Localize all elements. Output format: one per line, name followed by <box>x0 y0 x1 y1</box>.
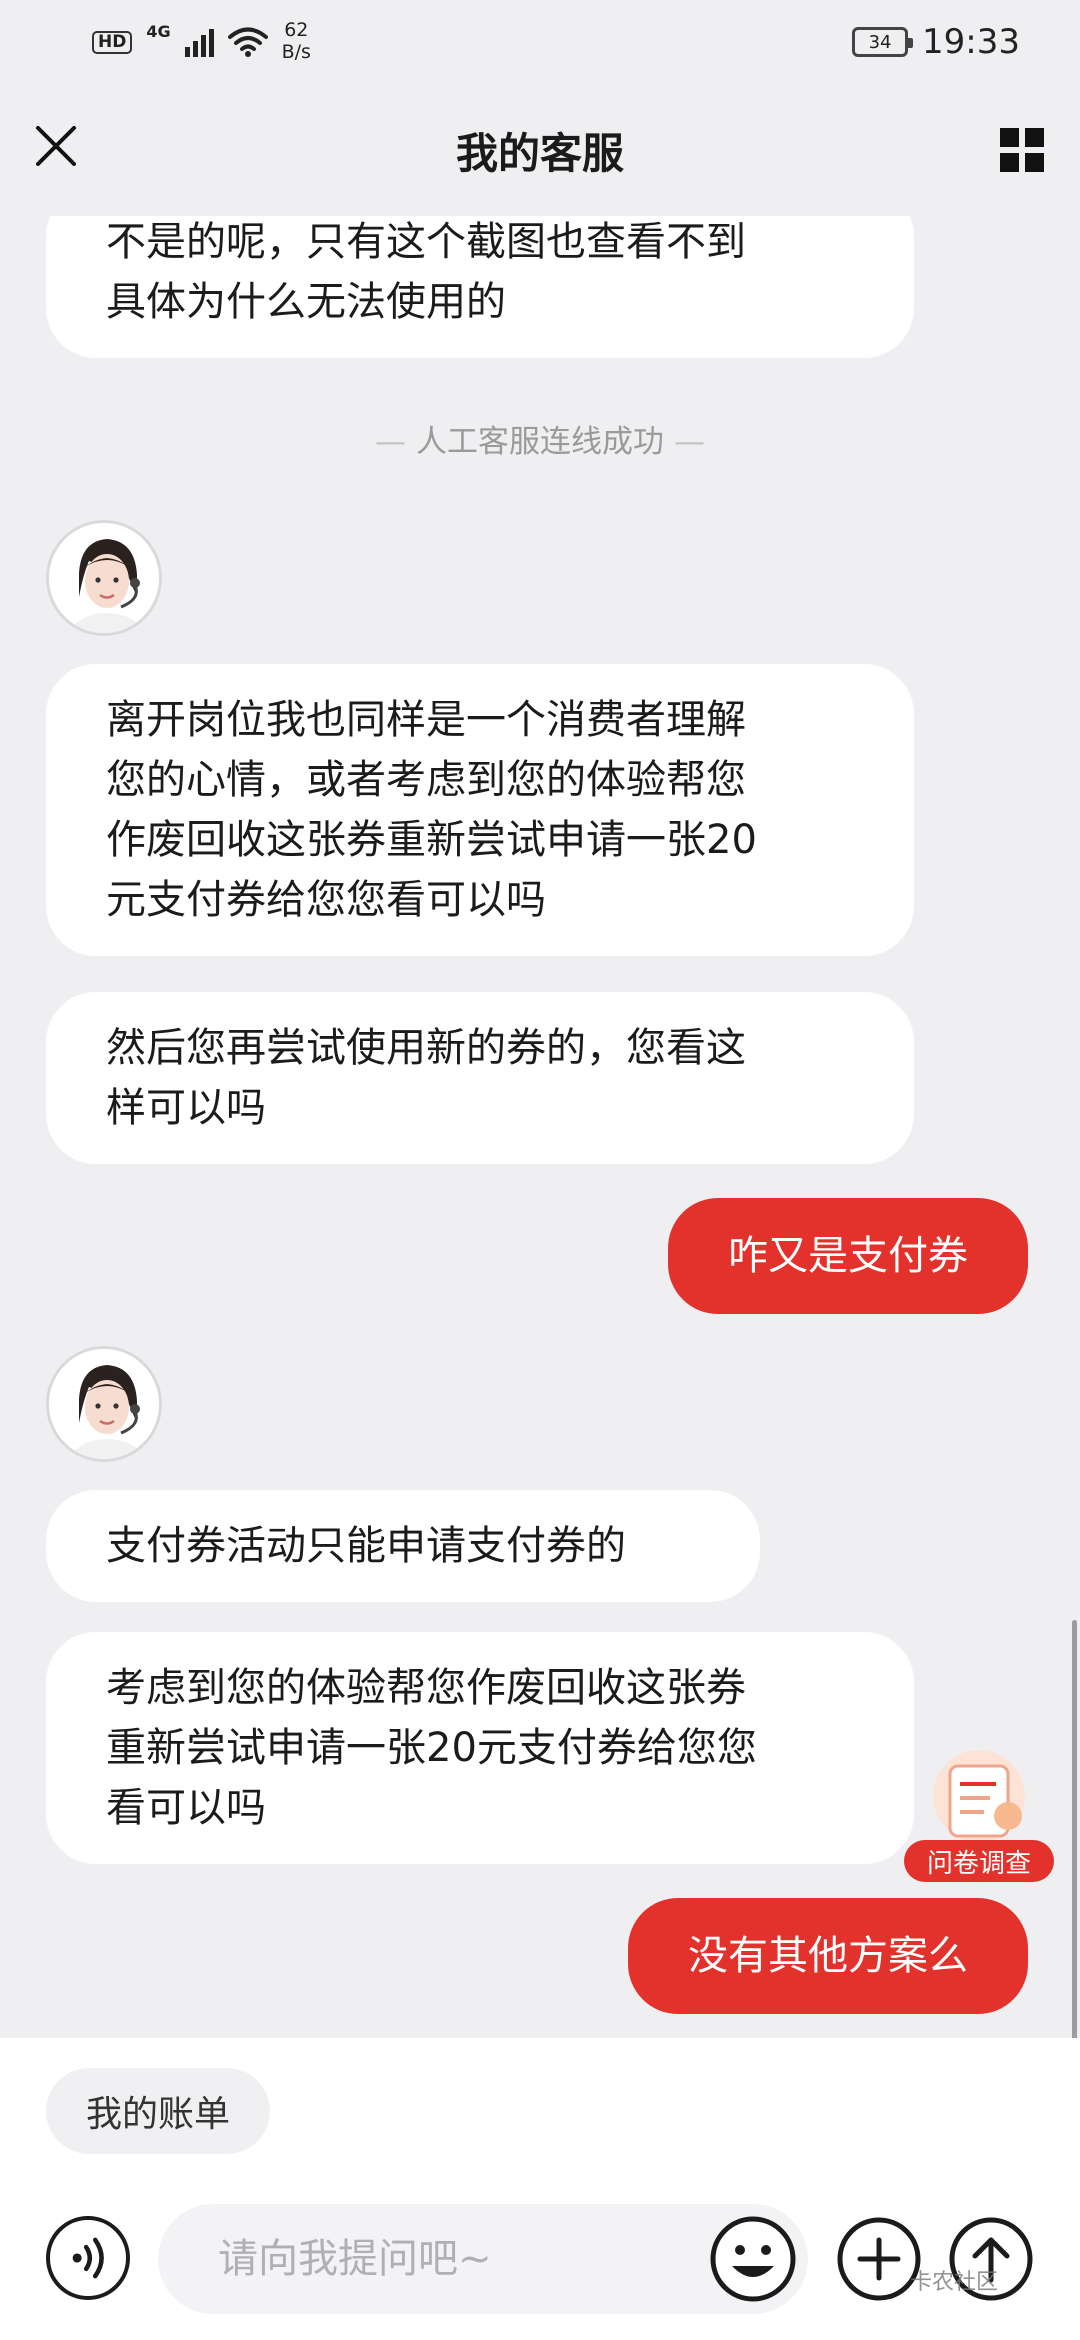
agent-message: 支付券活动只能申请支付券的 <box>46 1490 760 1602</box>
message-line: 样可以吗 <box>106 1085 266 1131</box>
message-line: 元支付券给您您看可以吗 <box>106 877 546 923</box>
scrollbar[interactable] <box>1072 1620 1077 2038</box>
agent-avatar[interactable] <box>46 520 162 636</box>
message-line: 支付券活动只能申请支付券的 <box>106 1523 626 1569</box>
page-title: 我的客服 <box>455 128 624 178</box>
emoji-icon[interactable] <box>708 2214 798 2304</box>
message-line: 看可以吗 <box>106 1785 266 1831</box>
customer-service-screen: HD 4G 62 B/s 34 19:33 我的客服 不是的呢，只有这个截图也查… <box>0 0 1080 2340</box>
agent-message: 不是的呢，只有这个截图也查看不到 具体为什么无法使用的 <box>46 216 914 358</box>
nav-bar: 我的客服 <box>0 84 1080 216</box>
speed-value: 62 <box>284 19 309 42</box>
message-line: 您的心情，或者考虑到您的体验帮您 <box>106 757 746 803</box>
user-message: 没有其他方案么 <box>628 1898 1028 2014</box>
message-line: 考虑到您的体验帮您作废回收这张券 <box>106 1665 746 1711</box>
watermark: 卡农社区 <box>910 2270 999 2295</box>
signal-icon <box>184 27 214 57</box>
battery-level: 34 <box>868 31 892 53</box>
system-notice: — 人工客服连线成功 — <box>375 424 705 460</box>
message-line: 离开岗位我也同样是一个消费者理解 <box>106 697 746 743</box>
survey-label: 问卷调查 <box>904 1840 1054 1882</box>
grid-menu-icon[interactable] <box>1000 128 1044 172</box>
chat-area[interactable]: 不是的呢，只有这个截图也查看不到 具体为什么无法使用的 — 人工客服连线成功 —… <box>0 216 1080 2038</box>
message-line: 作废回收这张券重新尝试申请一张20 <box>106 817 757 863</box>
agent-message: 考虑到您的体验帮您作废回收这张券 重新尝试申请一张20元支付券给您您 看可以吗 <box>46 1632 914 1864</box>
network-speed: 62 B/s <box>281 19 311 64</box>
hd-badge: HD <box>92 30 133 54</box>
agent-avatar[interactable] <box>46 1346 162 1462</box>
agent-message: 然后您再尝试使用新的券的，您看这 样可以吗 <box>46 992 914 1164</box>
quick-reply-my-bill[interactable]: 我的账单 <box>46 2068 271 2154</box>
message-line: 不是的呢，只有这个截图也查看不到 <box>106 219 746 265</box>
status-right: 34 19:33 <box>852 22 1020 62</box>
user-message: 咋又是支付券 <box>668 1198 1028 1314</box>
message-text: 没有其他方案么 <box>688 1933 968 1979</box>
battery-icon: 34 <box>852 27 914 57</box>
status-left: HD 4G 62 B/s <box>92 19 311 64</box>
status-bar: HD 4G 62 B/s 34 19:33 <box>0 0 1080 84</box>
clock: 19:33 <box>922 22 1020 62</box>
message-text: 咋又是支付券 <box>728 1233 968 1279</box>
message-line: 然后您再尝试使用新的券的，您看这 <box>106 1025 746 1071</box>
wifi-icon <box>227 26 268 58</box>
network-generation: 4G <box>146 22 171 41</box>
agent-message: 离开岗位我也同样是一个消费者理解 您的心情，或者考虑到您的体验帮您 作废回收这张… <box>46 664 914 956</box>
speed-unit: B/s <box>281 41 311 63</box>
message-line: 重新尝试申请一张20元支付券给您您 <box>106 1725 757 1771</box>
close-icon[interactable] <box>30 120 82 172</box>
input-area: 我的账单 卡农社区 <box>0 2038 1080 2340</box>
system-notice-text: 人工客服连线成功 <box>416 424 664 460</box>
message-line: 具体为什么无法使用的 <box>106 279 506 325</box>
voice-icon[interactable] <box>46 2216 130 2300</box>
survey-button[interactable]: 问卷调查 <box>904 1746 1054 1882</box>
